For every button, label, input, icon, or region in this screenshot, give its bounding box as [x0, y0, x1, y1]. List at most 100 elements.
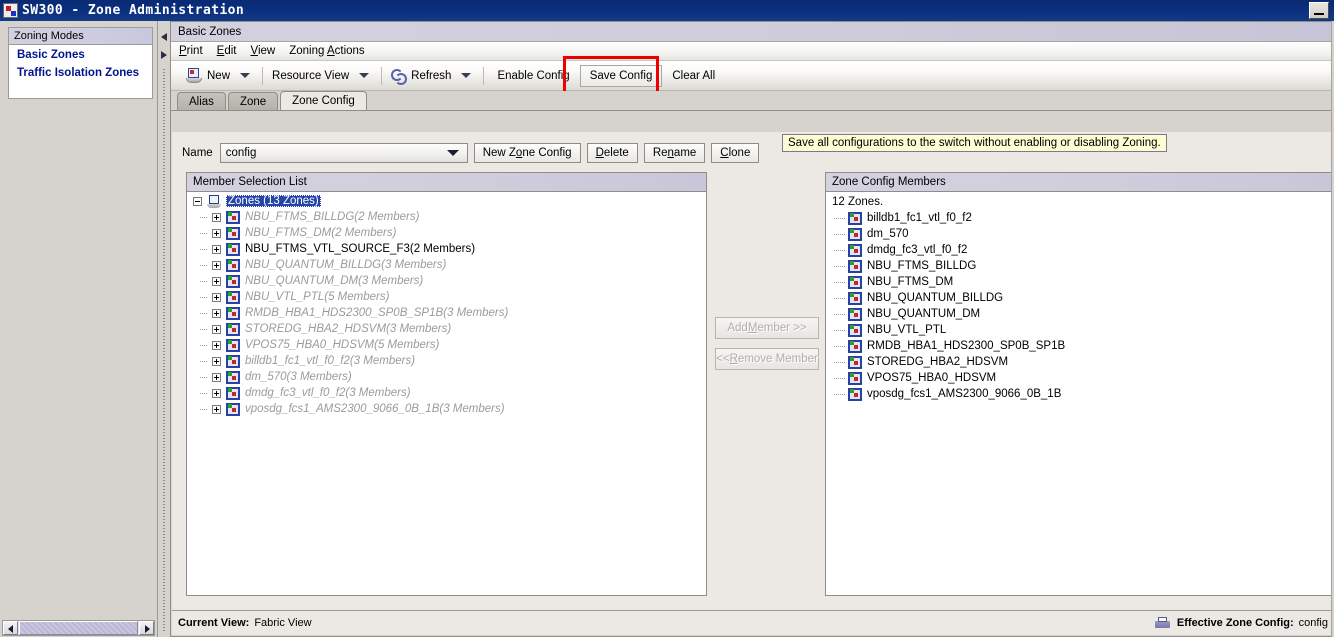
- zone-config-member-row[interactable]: STOREDG_HBA2_HDSVM: [826, 354, 1333, 370]
- main-panel: Basic Zones Print Edit View Zoning Actio…: [170, 21, 1334, 637]
- tree-connector: [834, 217, 845, 219]
- toolbar-resource-view-button[interactable]: Resource View: [266, 64, 355, 88]
- scroll-left-arrow-icon[interactable]: [3, 621, 18, 635]
- menu-edit[interactable]: Edit: [217, 45, 237, 57]
- zone-icon: [226, 290, 240, 304]
- save-config-button[interactable]: Save Config: [579, 64, 663, 87]
- sidebar-item-basic-zones[interactable]: Basic Zones: [9, 45, 152, 63]
- expand-icon[interactable]: [212, 340, 221, 350]
- tree-item-row[interactable]: NBU_FTMS_BILLDG(2 Members): [187, 209, 706, 225]
- tree-root-row[interactable]: Zones (13 Zones): [187, 193, 706, 209]
- printer-icon: [1154, 616, 1170, 630]
- toolbar-new-button[interactable]: New: [180, 64, 236, 88]
- tree-connector: [200, 280, 208, 282]
- tree-connector: [200, 408, 208, 410]
- add-member-button[interactable]: Add Member >>: [715, 317, 819, 339]
- expand-icon[interactable]: [212, 356, 221, 366]
- tree-item-row[interactable]: dmdg_fc3_vtl_f0_f2(3 Members): [187, 385, 706, 401]
- collapse-icon[interactable]: [193, 196, 202, 206]
- tab-zone[interactable]: Zone: [227, 92, 279, 111]
- tree-item-row[interactable]: vposdg_fcs1_AMS2300_9066_0B_1B(3 Members…: [187, 401, 706, 417]
- zone-config-member-row[interactable]: vposdg_fcs1_AMS2300_9066_0B_1B: [826, 386, 1333, 402]
- current-view-label: Current View:: [178, 617, 250, 629]
- expand-icon[interactable]: [212, 244, 221, 254]
- new-dropdown-arrow-icon[interactable]: [240, 73, 251, 78]
- zone-config-member-row[interactable]: NBU_FTMS_DM: [826, 274, 1333, 290]
- tree-item-row[interactable]: NBU_FTMS_VTL_SOURCE_F3(2 Members): [187, 241, 706, 257]
- menu-zoning-actions[interactable]: Zoning Actions: [289, 45, 364, 57]
- zone-config-member-label: billdb1_fc1_vtl_f0_f2: [867, 212, 972, 224]
- expand-icon[interactable]: [212, 228, 221, 238]
- tree-root-label: Zones (13 Zones): [226, 195, 321, 207]
- tree-item-row[interactable]: NBU_FTMS_DM(2 Members): [187, 225, 706, 241]
- toolbar-separator: [262, 66, 264, 85]
- expand-icon[interactable]: [212, 292, 221, 302]
- tree-item-row[interactable]: NBU_QUANTUM_DM(3 Members): [187, 273, 706, 289]
- resource-view-dropdown-arrow-icon[interactable]: [359, 73, 370, 78]
- delete-button[interactable]: Delete: [586, 143, 638, 163]
- tree-item-row[interactable]: RMDB_HBA1_HDS2300_SP0B_SP1B(3 Members): [187, 305, 706, 321]
- expand-icon[interactable]: [212, 308, 221, 318]
- tree-item-row[interactable]: STOREDG_HBA2_HDSVM(3 Members): [187, 321, 706, 337]
- sidebar-splitter[interactable]: [159, 21, 169, 637]
- remove-member-button[interactable]: << Remove Member: [715, 348, 819, 370]
- tree-item-label: dm_570(3 Members): [245, 371, 352, 383]
- enable-config-button[interactable]: Enable Config: [487, 65, 579, 87]
- splitter-expand-right-icon[interactable]: [160, 49, 168, 59]
- clear-all-button[interactable]: Clear All: [662, 65, 725, 87]
- tree-connector: [200, 264, 208, 266]
- menu-view[interactable]: View: [250, 45, 275, 57]
- zone-config-name-row: Name config New Zo ne Config Delete Re n am…: [182, 143, 760, 163]
- tree-item-label: vposdg_fcs1_AMS2300_9066_0B_1B(3 Members…: [245, 403, 505, 415]
- scrollbar-thumb[interactable]: [19, 621, 138, 635]
- tree-connector: [834, 393, 845, 395]
- zone-config-member-row[interactable]: dmdg_fc3_vtl_f0_f2: [826, 242, 1333, 258]
- clone-button[interactable]: Clone: [711, 143, 760, 163]
- new-zone-config-button[interactable]: New Zo ne Config: [473, 143, 581, 163]
- tree-item-row[interactable]: billdb1_fc1_vtl_f0_f2(3 Members): [187, 353, 706, 369]
- expand-icon[interactable]: [212, 212, 221, 222]
- menu-print[interactable]: Print: [179, 45, 203, 57]
- minimize-button[interactable]: [1309, 2, 1329, 19]
- window-titlebar: SW300 - Zone Administration: [0, 0, 1334, 21]
- zone-config-member-row[interactable]: RMDB_HBA1_HDS2300_SP0B_SP1B: [826, 338, 1333, 354]
- zone-icon: [226, 210, 240, 224]
- member-selection-tree[interactable]: Zones (13 Zones) NBU_FTMS_BILLDG(2 Membe…: [187, 193, 706, 595]
- tree-item-row[interactable]: VPOS75_HBA0_HDSVM(5 Members): [187, 337, 706, 353]
- zone-icon: [226, 258, 240, 272]
- expand-icon[interactable]: [212, 260, 221, 270]
- expand-icon[interactable]: [212, 324, 221, 334]
- zone-config-name-combobox[interactable]: config: [219, 143, 468, 163]
- zone-config-member-row[interactable]: dm_570: [826, 226, 1333, 242]
- tree-connector: [200, 216, 208, 218]
- sidebar-item-traffic-isolation-zones[interactable]: Traffic Isolation Zones: [9, 63, 152, 81]
- zone-config-member-row[interactable]: NBU_FTMS_BILLDG: [826, 258, 1333, 274]
- minimize-icon: [1314, 13, 1324, 15]
- tab-alias[interactable]: Alias: [177, 92, 226, 111]
- zone-config-member-label: NBU_QUANTUM_DM: [867, 308, 981, 320]
- tree-item-row[interactable]: NBU_QUANTUM_BILLDG(3 Members): [187, 257, 706, 273]
- zone-config-member-row[interactable]: NBU_QUANTUM_DM: [826, 306, 1333, 322]
- refresh-dropdown-arrow-icon[interactable]: [461, 73, 472, 78]
- toolbar-refresh-button[interactable]: Refresh: [385, 64, 457, 88]
- expand-icon[interactable]: [212, 372, 221, 382]
- tree-item-row[interactable]: dm_570(3 Members): [187, 369, 706, 385]
- splitter-collapse-left-icon[interactable]: [160, 31, 168, 41]
- scroll-right-arrow-icon[interactable]: [139, 621, 154, 635]
- zone-config-member-row[interactable]: NBU_QUANTUM_BILLDG: [826, 290, 1333, 306]
- expand-icon[interactable]: [212, 404, 221, 414]
- new-zone-icon: [186, 68, 202, 83]
- tree-item-row[interactable]: NBU_VTL_PTL(5 Members): [187, 289, 706, 305]
- rename-button[interactable]: Re n ame: [643, 143, 706, 163]
- zone-config-members-tree[interactable]: 12 Zones. billdb1_fc1_vtl_f0_f2 dm_570 dmd…: [826, 193, 1333, 595]
- sidebar-horizontal-scrollbar[interactable]: [2, 620, 155, 636]
- zone-config-member-row[interactable]: billdb1_fc1_vtl_f0_f2: [826, 210, 1333, 226]
- app-window-icon: [3, 3, 18, 18]
- zone-config-member-row[interactable]: NBU_VTL_PTL: [826, 322, 1333, 338]
- expand-icon[interactable]: [212, 276, 221, 286]
- expand-icon[interactable]: [212, 388, 221, 398]
- chevron-down-icon[interactable]: [446, 150, 459, 156]
- zone-config-member-row[interactable]: VPOS75_HBA0_HDSVM: [826, 370, 1333, 386]
- tab-zone-config[interactable]: Zone Config: [280, 91, 367, 111]
- zone-config-member-label: vposdg_fcs1_AMS2300_9066_0B_1B: [867, 388, 1062, 400]
